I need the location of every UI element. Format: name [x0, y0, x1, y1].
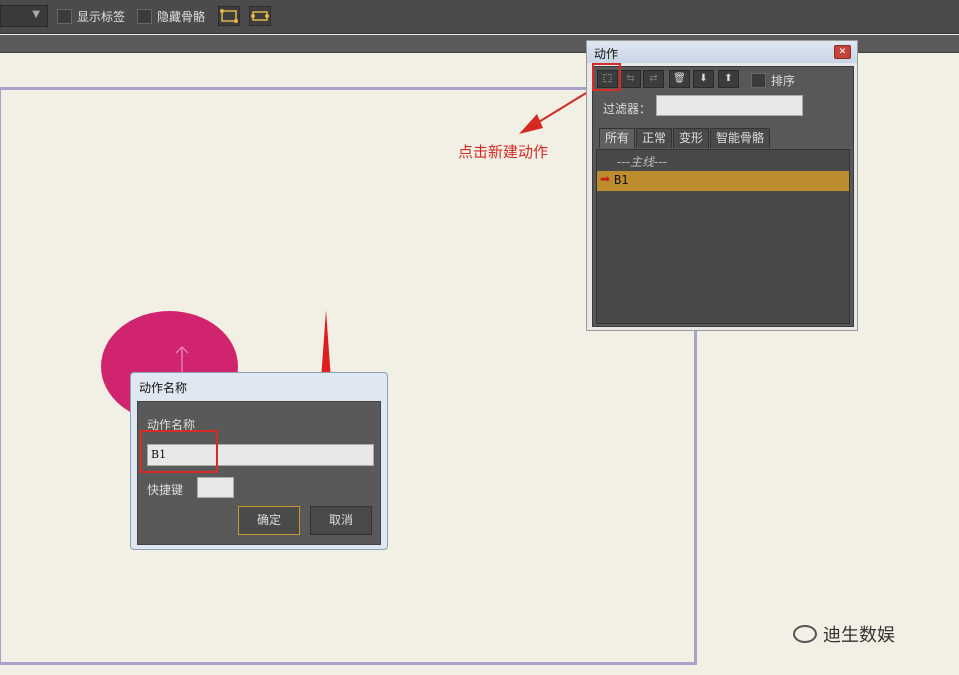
- tab-smart-bones[interactable]: 智能骨骼: [710, 128, 771, 148]
- tab-morph[interactable]: 变形: [673, 128, 710, 148]
- import-action-button[interactable]: ⬇: [693, 70, 714, 88]
- panel-title: 动作: [594, 47, 619, 61]
- cancel-button[interactable]: 取消: [310, 506, 372, 535]
- shortcut-label: 快捷键: [147, 483, 184, 497]
- duplicate-action-button[interactable]: ⇆: [620, 70, 641, 88]
- sort-checkbox[interactable]: 排序: [751, 72, 795, 89]
- sort-label: 排序: [771, 74, 796, 88]
- panel-titlebar[interactable]: 动作 ✕: [587, 41, 857, 63]
- tab-all[interactable]: 所有: [599, 128, 636, 148]
- list-item[interactable]: ➡ B1: [597, 171, 849, 191]
- trash-icon: 🗑: [673, 73, 686, 84]
- filter-label: 过滤器：: [603, 102, 652, 116]
- export-action-button[interactable]: ⬆: [718, 70, 739, 88]
- delete-action-button[interactable]: 🗑: [669, 70, 690, 88]
- sort-box[interactable]: [751, 73, 766, 88]
- close-button[interactable]: ✕: [834, 45, 851, 59]
- close-icon: ✕: [838, 47, 847, 57]
- highlight-new-action: [592, 63, 621, 91]
- mode-dropdown[interactable]: ▼: [0, 5, 48, 27]
- action-name: B1: [614, 173, 629, 187]
- list-group-header: ---主线---: [617, 155, 667, 169]
- bone-spike-shape: [321, 310, 331, 380]
- show-labels-label: 显示标签: [77, 9, 126, 24]
- rename-action-icon: ⇄: [649, 73, 658, 84]
- actions-panel: 动作 ✕ ⬚ ⇆ ⇄ 🗑 ⬇ ⬆ 排序 过滤器： 所有 正常 变形 智能骨骼 -…: [586, 40, 858, 331]
- filter-input[interactable]: [656, 95, 803, 116]
- panel-body: ⬚ ⇆ ⇄ 🗑 ⬇ ⬆ 排序 过滤器： 所有 正常 变形 智能骨骼 ---主线-…: [592, 66, 854, 327]
- duplicate-action-icon: ⇆: [626, 73, 635, 84]
- show-labels-checkbox[interactable]: 显示标签: [57, 8, 125, 24]
- shortcut-input[interactable]: [197, 477, 234, 498]
- watermark-text: 迪生数娱: [823, 625, 895, 646]
- export-action-icon: ⬆: [724, 73, 733, 84]
- show-labels-box[interactable]: [57, 8, 72, 24]
- bone-unbind-icon[interactable]: [249, 6, 271, 26]
- wechat-icon: [793, 625, 817, 643]
- top-toolbar: ▼ 显示标签 隐藏骨骼: [0, 0, 959, 34]
- bone-bind-icon[interactable]: [218, 6, 240, 26]
- highlight-name-input: [140, 430, 218, 473]
- watermark: 迪生数娱: [793, 622, 895, 646]
- dialog-title: 动作名称: [139, 381, 188, 395]
- annotation-arrow-icon: [519, 89, 592, 134]
- arrow-right-icon: ➡: [600, 172, 611, 186]
- chevron-down-icon: ▼: [32, 9, 40, 20]
- rename-action-button[interactable]: ⇄: [643, 70, 664, 88]
- up-arrow-icon: [175, 346, 189, 373]
- action-list: ---主线--- ➡ B1: [596, 149, 850, 324]
- tab-normal[interactable]: 正常: [636, 128, 673, 148]
- annotation-text: 点击新建动作: [458, 143, 549, 161]
- hide-bones-checkbox[interactable]: 隐藏骨骼: [137, 8, 205, 24]
- ok-button[interactable]: 确定: [238, 506, 300, 535]
- import-action-icon: ⬇: [699, 73, 708, 84]
- action-tabs: 所有 正常 变形 智能骨骼: [599, 128, 771, 148]
- dialog-body: 动作名称 B1 快捷键 确定 取消: [137, 401, 381, 545]
- hide-bones-box[interactable]: [137, 8, 152, 24]
- hide-bones-label: 隐藏骨骼: [157, 9, 206, 24]
